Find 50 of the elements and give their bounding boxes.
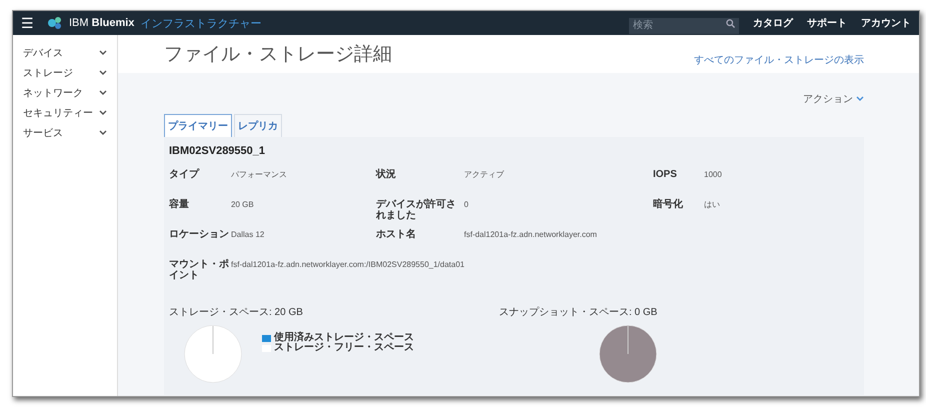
field-value: Dallas 12: [231, 229, 266, 240]
field-label: ホスト名: [376, 229, 417, 240]
nav-link[interactable]: アカウント: [861, 16, 911, 30]
field-label: IOPS: [653, 169, 678, 180]
field-value: fsf-dal1201a-fz.adn.networklayer.com:/IBM02SV289550_1/data01: [231, 259, 466, 270]
sidebar-item[interactable]: ストレージ: [13, 63, 117, 83]
field-label: 容量: [169, 199, 190, 210]
product-subtitle: インフラストラクチャー: [140, 16, 262, 30]
volume-name: IBM02SV289550_1: [169, 145, 266, 157]
field-value: アクティブ: [464, 169, 505, 180]
chart-title: ストレージ・スペース: 20 GB: [169, 306, 304, 319]
nav-link[interactable]: カタログ: [753, 16, 793, 30]
field-value: はい: [704, 199, 721, 210]
sidebar-item[interactable]: デバイス: [13, 43, 117, 63]
sidebar-item[interactable]: セキュリティー: [13, 103, 117, 123]
chevron-icon: [99, 50, 107, 56]
chevron-icon: [99, 110, 107, 116]
page-title: ファイル・ストレージ詳細: [164, 43, 392, 67]
field-label: タイプ: [169, 169, 200, 180]
legend-label: ストレージ・フリー・スペース: [274, 343, 414, 353]
brand-name: IBM Bluemix: [69, 17, 134, 29]
logo-icon: [47, 16, 63, 30]
search-icon[interactable]: [726, 18, 735, 28]
chevron-icon: [99, 90, 107, 96]
sidebar-item[interactable]: サービス: [13, 123, 117, 143]
actions-menu[interactable]: アクション: [803, 92, 864, 106]
field-value: パフォーマンス: [231, 169, 288, 180]
nav-link[interactable]: サポート: [807, 16, 847, 30]
pie-chart-drawing: [184, 325, 242, 383]
menu-icon[interactable]: ☰: [21, 14, 41, 32]
field-label: デバイスが許可されました: [376, 199, 457, 221]
chart-title: スナップショット・スペース: 0 GB: [499, 306, 658, 319]
field-label: マウント・ポイント: [169, 259, 230, 281]
field-value: 1000: [704, 169, 723, 180]
field-value: fsf-dal1201a-fz.adn.networklayer.com: [464, 229, 598, 240]
field-value: 20 GB: [231, 199, 255, 210]
field-label: 状況: [376, 169, 397, 180]
pie-chart-drawing: [599, 325, 657, 383]
legend-label: 使用済みストレージ・スペース: [274, 333, 414, 343]
chevron-icon: [856, 96, 864, 102]
view-all-link[interactable]: すべてのファイル・ストレージの表示: [694, 53, 864, 67]
tab[interactable]: レプリカ: [234, 114, 282, 137]
chevron-icon: [99, 70, 107, 76]
search-field[interactable]: 検索: [629, 18, 739, 34]
field-label: 暗号化: [653, 199, 684, 210]
sidebar-item[interactable]: ネットワーク: [13, 83, 117, 103]
tab[interactable]: プライマリー: [164, 114, 232, 137]
field-label: ロケーション: [169, 229, 230, 240]
chevron-icon: [99, 130, 107, 136]
field-value: 0: [464, 199, 470, 210]
